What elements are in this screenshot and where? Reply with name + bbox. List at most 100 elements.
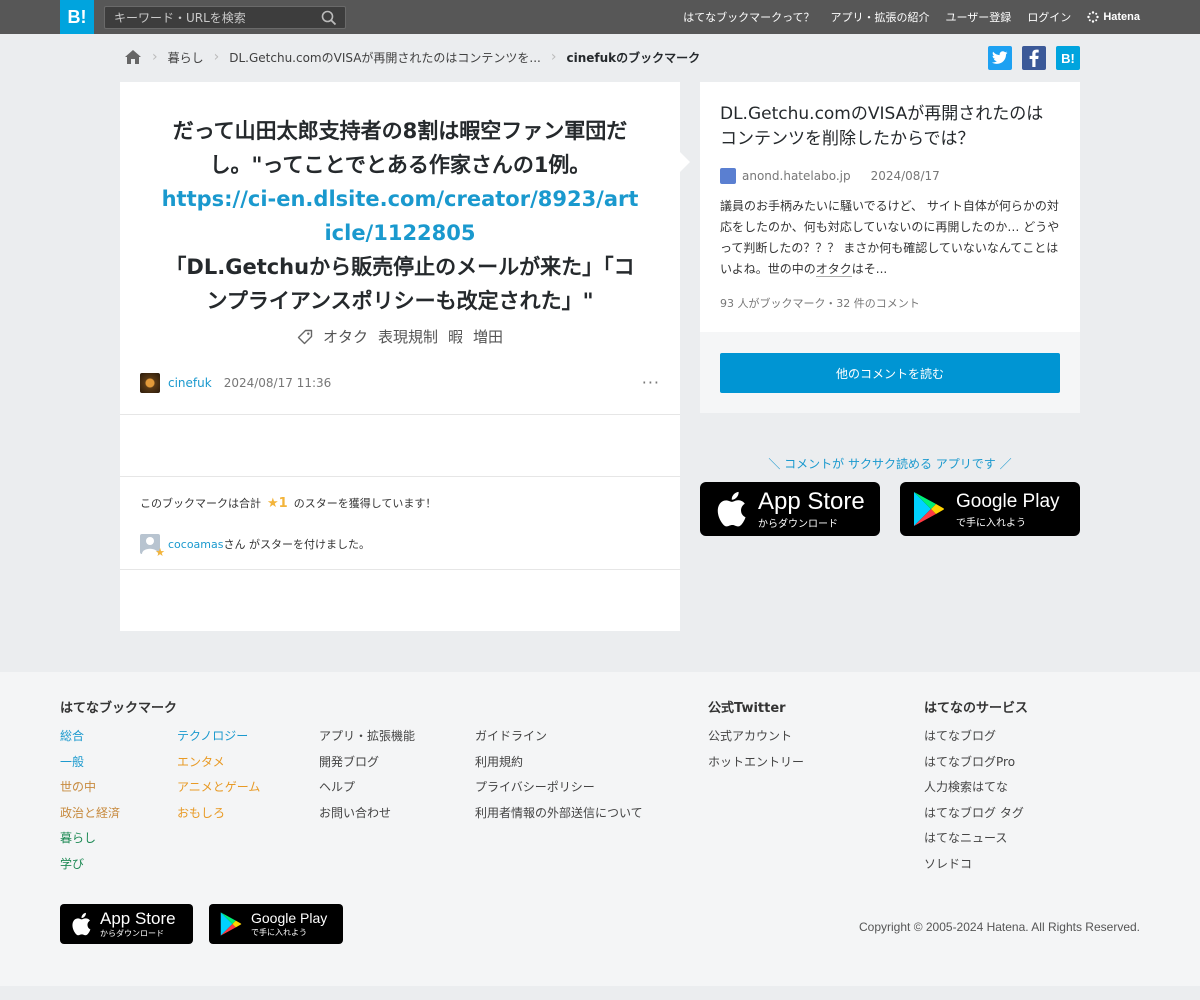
google-play-sublabel: で手に入れよう	[956, 517, 1026, 529]
footer-bottom-band	[0, 986, 1200, 1000]
entry-bookmark-count: 93 人がブックマーク・32 件のコメント	[720, 297, 920, 310]
star-username[interactable]: cocoamas	[168, 538, 223, 551]
footer-link[interactable]: 政治と経済	[60, 801, 120, 827]
tag-item[interactable]: 増田	[473, 326, 503, 347]
app-store-sublabel: からダウンロード	[758, 518, 838, 530]
footer-link[interactable]: 開発ブログ	[319, 750, 415, 776]
footer-link[interactable]: ホットエントリー	[708, 750, 804, 776]
star-count[interactable]: ★1	[267, 496, 288, 511]
footer-link[interactable]: 利用者情報の外部送信について	[475, 801, 643, 827]
bookmark-username[interactable]: cinefuk	[168, 376, 212, 390]
chevron-right-icon: ›	[550, 49, 557, 65]
footer-link[interactable]: アプリ・拡張機能	[319, 724, 415, 750]
footer-link[interactable]: テクノロジー	[177, 724, 260, 750]
nav-login[interactable]: ログイン	[1027, 9, 1071, 25]
entry-title[interactable]: DL.Getchu.comのVISAが再開されたのはコンテンツを削除したからでは…	[720, 102, 1060, 152]
search-icon[interactable]	[321, 10, 337, 26]
top-nav: はてなブックマークって？ アプリ・拡張の紹介 ユーザー登録 ログイン Haten…	[683, 0, 1140, 34]
nav-register[interactable]: ユーザー登録	[946, 9, 1012, 25]
star-user-row: ★ cocoamas さん がスターを付けました。	[140, 534, 370, 559]
entry-meta: anond.hatelabo.jp 2024/08/17	[720, 168, 940, 184]
footer-link[interactable]: ガイドライン	[475, 724, 643, 750]
google-play-icon	[220, 912, 242, 936]
search-input[interactable]	[105, 7, 315, 28]
divider	[120, 476, 680, 477]
footer-link[interactable]: はてなブログPro	[924, 750, 1024, 776]
breadcrumb-category[interactable]: 暮らし	[168, 49, 204, 66]
google-play-label: Google Play	[956, 490, 1060, 512]
footer-link[interactable]: 世の中	[60, 775, 120, 801]
entry-card: DL.Getchu.comのVISAが再開されたのはコンテンツを削除したからでは…	[700, 82, 1080, 413]
footer-link[interactable]: はてなブログ タグ	[924, 801, 1024, 827]
nav-apps[interactable]: アプリ・拡張の紹介	[831, 9, 930, 25]
app-promo-text: ＼ コメントが サクサク読める アプリです ／	[768, 457, 1012, 471]
bookmark-comment: だって山田太郎支持者の8割は暇空ファン軍団だし。"ってことでとある作家さんの1例…	[160, 114, 640, 318]
footer-link[interactable]: ヘルプ	[319, 775, 415, 801]
twitter-share-button[interactable]	[988, 46, 1012, 70]
footer-links-twitter: 公式アカウント ホットエントリー	[708, 724, 804, 775]
footer: はてなブックマーク 総合 一般 世の中 政治と経済 暮らし 学び テクノロジー エンタメ アニ…	[0, 672, 1200, 986]
google-play-badge[interactable]: Google Play で手に入れよう	[900, 482, 1080, 536]
footer-link[interactable]: 暮らし	[60, 826, 120, 852]
footer-link[interactable]: 人力検索はてな	[924, 775, 1024, 801]
footer-google-play-label: Google Play	[251, 910, 328, 926]
tag-item[interactable]: 暇	[448, 326, 463, 347]
footer-link[interactable]: はてなニュース	[924, 826, 1024, 852]
nav-about[interactable]: はてなブックマークって？	[683, 9, 814, 25]
star-summary: このブックマークは合計 ★1 のスターを獲得しています！	[140, 495, 436, 511]
more-menu-icon[interactable]: ···	[642, 373, 660, 392]
footer-link[interactable]: はてなブログ	[924, 724, 1024, 750]
breadcrumb-current: cinefukのブックマーク	[566, 50, 701, 65]
footer-link[interactable]: おもしろ	[177, 801, 260, 827]
hatena-brand-link[interactable]: Hatena	[1087, 11, 1140, 23]
facebook-icon	[1029, 49, 1039, 67]
divider	[120, 414, 680, 415]
avatar[interactable]: ★	[140, 534, 165, 559]
home-icon[interactable]	[124, 49, 142, 65]
tag-item[interactable]: 表現規制	[378, 326, 438, 347]
entry-summary-keyword[interactable]: オタク	[815, 262, 852, 277]
entry-summary: 議員のお手柄みたいに騒いでるけど、 サイト自体が何らかの対応をしたのか、何も対応…	[720, 196, 1060, 280]
entry-site[interactable]: anond.hatelabo.jp	[742, 169, 851, 183]
footer-link[interactable]: 学び	[60, 852, 120, 878]
star-user-suffix: さん がスターを付けました。	[223, 538, 370, 551]
hatena-share-button[interactable]: B!	[1056, 46, 1080, 70]
divider	[120, 569, 680, 570]
footer-app-store-text: App Store からダウンロード	[100, 908, 176, 939]
footer-link[interactable]: エンタメ	[177, 750, 260, 776]
footer-heading-services: はてなのサービス	[924, 701, 1029, 716]
footer-link[interactable]: ソレドコ	[924, 852, 1024, 878]
site-favicon-icon	[720, 168, 736, 184]
footer-app-store-label: App Store	[100, 908, 176, 928]
tag-item[interactable]: オタク	[323, 326, 368, 347]
bookmark-comment-link[interactable]: https://ci-en.dlsite.com/creator/8923/ar…	[160, 182, 640, 250]
footer-heading-bookmark: はてなブックマーク	[60, 701, 178, 716]
footer-google-play-badge[interactable]: Google Play で手に入れよう	[209, 904, 343, 944]
facebook-share-button[interactable]	[1022, 46, 1046, 70]
breadcrumb-entry[interactable]: DL.Getchu.comのVISAが再開されたのはコンテンツを...	[229, 49, 541, 66]
bookmark-card: だって山田太郎支持者の8割は暇空ファン軍団だし。"ってことでとある作家さんの1例…	[120, 82, 680, 631]
footer-category-list-2: テクノロジー エンタメ アニメとゲーム おもしろ	[177, 724, 260, 826]
copyright: Copyright © 2005-2024 Hatena. All Rights…	[859, 920, 1140, 934]
footer-link[interactable]: お問い合わせ	[319, 801, 415, 827]
google-play-icon	[914, 492, 944, 526]
footer-link[interactable]: アニメとゲーム	[177, 775, 260, 801]
footer-app-store-sublabel: からダウンロード	[100, 928, 164, 938]
star-summary-suffix: のスターを獲得しています！	[293, 497, 437, 510]
apple-icon	[72, 912, 91, 936]
footer-link[interactable]: 総合	[60, 724, 120, 750]
entry-footer: 他のコメントを読む	[700, 332, 1080, 413]
footer-links-policy: ガイドライン 利用規約 プライバシーポリシー 利用者情報の外部送信について	[475, 724, 643, 826]
footer-app-store-badge[interactable]: App Store からダウンロード	[60, 904, 193, 944]
hatena-bookmark-logo[interactable]: B!	[60, 0, 94, 34]
google-play-badge-text: Google Play で手に入れよう	[956, 490, 1060, 529]
app-store-badge[interactable]: App Store からダウンロード	[700, 482, 880, 536]
top-bar: B! はてなブックマークって？ アプリ・拡張の紹介 ユーザー登録 ログイン Ha…	[0, 0, 1200, 34]
avatar[interactable]	[140, 373, 160, 393]
footer-link[interactable]: 公式アカウント	[708, 724, 804, 750]
footer-link[interactable]: 利用規約	[475, 750, 643, 776]
read-other-comments-button[interactable]: 他のコメントを読む	[720, 353, 1060, 393]
footer-link[interactable]: 一般	[60, 750, 120, 776]
entry-summary-text-end: はそ...	[851, 262, 888, 276]
footer-link[interactable]: プライバシーポリシー	[475, 775, 643, 801]
